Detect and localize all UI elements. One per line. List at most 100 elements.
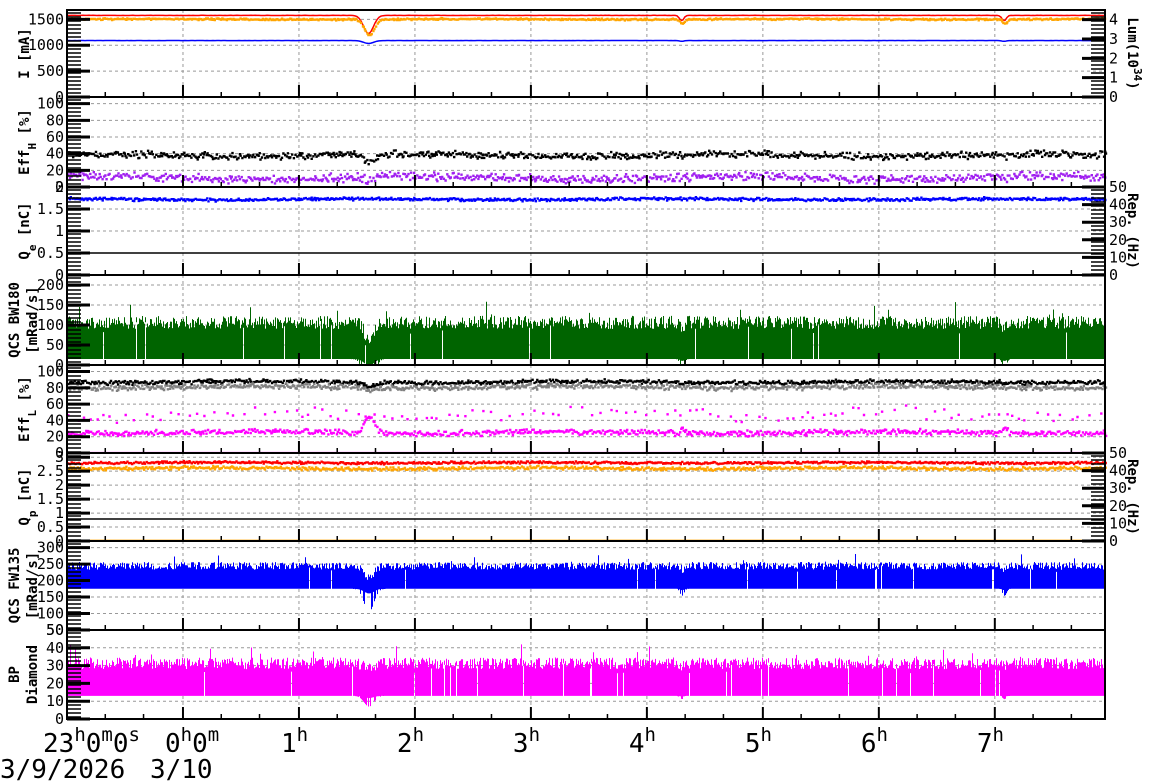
minor-ticks-right	[1091, 455, 1105, 541]
series-ler-current	[67, 17, 1107, 37]
y-tick-label: 1.5	[37, 200, 64, 218]
x-tick-label-value: 3	[513, 729, 529, 759]
y-right-tick-label: 0	[1109, 532, 1118, 550]
x-tick-label-value: 6	[861, 729, 877, 759]
minor-ticks-left	[67, 12, 81, 94]
y-axis-label: [mRad/s]	[25, 552, 41, 619]
multi-panel-time-series-chart: 050010001500I [mA]01234 Lum(1034)02040608…	[0, 9, 1145, 782]
y-axis-label-part: BP	[7, 666, 23, 683]
y-tick-label: 40	[46, 411, 64, 429]
panel-frame	[66, 364, 1106, 454]
x-tick-label-unit: m	[101, 724, 112, 746]
y-tick-label: 2	[55, 178, 64, 196]
x-tick-label: 3h	[513, 724, 540, 759]
y-axis-label: EffH [%]	[17, 109, 39, 175]
y-axis-label: Diamond	[25, 645, 41, 704]
y-axis-label-part: Eff	[17, 150, 33, 175]
y-right-axis-label-part: 34	[1132, 68, 1145, 82]
series-qp-orange	[67, 464, 1107, 472]
y-axis-label-part: H	[26, 143, 39, 150]
panel-2: 020406080100EffH [%]	[17, 95, 1108, 196]
x-tick-label: 5h	[745, 724, 772, 759]
y-tick-label: 1	[55, 222, 64, 240]
y-right-tick-label: 0	[1109, 266, 1118, 284]
y-tick-label: 80	[46, 379, 64, 397]
y-axis-label-part: QCS BW180	[7, 282, 23, 358]
x-tick-label-value: 2	[397, 729, 413, 759]
y-axis-label: Qp [nC]	[17, 468, 39, 525]
x-date-label: 3/10	[150, 755, 213, 782]
x-tick-label: 6h	[861, 724, 888, 759]
y-tick-label: 1000	[28, 36, 64, 54]
y-axis-label-part: QCS FW135	[7, 548, 23, 624]
y-right-axis-label-part: )	[1124, 81, 1140, 89]
y-tick-label: 500	[37, 62, 64, 80]
series-qcs-fw135	[67, 554, 1105, 610]
y-tick-label: 100	[37, 95, 64, 113]
y-tick-label: 0.5	[37, 244, 64, 262]
x-tick-label-unit: h	[413, 724, 424, 746]
series-bp-diamond	[67, 644, 1105, 707]
y-tick-label: 30	[46, 657, 64, 675]
x-date-label: 3/9/2026	[0, 755, 125, 782]
x-tick-label-unit: h	[74, 724, 85, 746]
y-tick-label: 10	[46, 692, 64, 710]
series-effh-black	[67, 149, 1108, 166]
y-tick-label: 60	[46, 128, 64, 146]
y-axis-label: Qe [nC]	[17, 202, 39, 259]
y-axis-label-part: Diamond	[25, 645, 41, 704]
x-tick-label-unit: h	[645, 724, 656, 746]
y-tick-label: 1500	[28, 10, 64, 28]
x-tick-label-unit: h	[761, 724, 772, 746]
series-qe	[67, 196, 1107, 203]
x-tick-label-unit: h	[297, 724, 308, 746]
x-tick-label-unit: h	[876, 724, 887, 746]
y-tick-label: 100	[37, 363, 64, 381]
y-axis-label-part: [nC]	[17, 468, 33, 510]
series-qp-red	[67, 459, 1107, 466]
panel-7: 50100150200250300QCS FW135 [mRad/s]	[7, 539, 1106, 639]
x-tick-label: 2h	[397, 724, 424, 759]
y-tick-label: 40	[46, 639, 64, 657]
y-axis-label-part: [%]	[17, 376, 33, 410]
y-axis-label: QCS FW135	[7, 548, 23, 624]
y-right-tick-label: 3	[1109, 30, 1118, 48]
minor-ticks-right	[1091, 12, 1105, 94]
y-tick-label: 3	[55, 448, 64, 466]
y-axis-label-part: [%]	[17, 109, 33, 143]
y-axis-label-part: Eff	[17, 417, 33, 442]
y-tick-label: 40	[46, 145, 64, 163]
x-tick-label: 4h	[629, 724, 656, 759]
y-axis-label-part: [mRad/s]	[25, 552, 41, 619]
y-tick-label: 20	[46, 428, 64, 446]
y-axis-label: I [mA]	[17, 28, 33, 79]
x-tick-label-unit: h	[992, 724, 1003, 746]
y-right-tick-label: 2	[1109, 49, 1118, 67]
y-right-axis-label: Rep. (Hz)	[1124, 193, 1140, 269]
panel-4: 050100150200QCS BW180 [mRad/s]	[7, 274, 1106, 374]
y-tick-label: 80	[46, 111, 64, 129]
y-right-axis-label-part: Rep. (Hz)	[1124, 459, 1140, 535]
y-axis-label-part: Q	[17, 517, 33, 525]
panel-1: 050010001500I [mA]01234 Lum(1034)	[17, 9, 1145, 106]
x-tick-label-unit: s	[129, 724, 140, 746]
x-tick-label: 1h	[281, 724, 308, 759]
x-tick-label-unit: h	[529, 724, 540, 746]
y-right-tick-label: 0	[1109, 88, 1118, 106]
x-tick-label-unit: h	[181, 724, 192, 746]
x-tick-label: 7h	[977, 724, 1004, 759]
y-axis-label: [mRad/s]	[25, 286, 41, 353]
x-tick-label-unit: m	[208, 724, 219, 746]
minor-ticks-left	[67, 367, 81, 453]
y-axis-label: EffL [%]	[17, 376, 39, 442]
y-tick-label: 20	[46, 674, 64, 692]
y-right-axis-label-part: Lum(10	[1124, 17, 1140, 68]
y-tick-label: 0	[55, 710, 64, 728]
panel-frame	[66, 9, 1106, 98]
panel-frame	[66, 96, 1106, 188]
y-axis-label-part: Q	[17, 251, 33, 259]
x-tick-label-value: 7	[977, 729, 993, 759]
panel-3: 00.511.52Qe [nC]01020304050Rep. (Hz)	[17, 178, 1140, 284]
y-right-tick-label: 1	[1109, 69, 1118, 87]
x-tick-label-value: 1	[281, 729, 297, 759]
